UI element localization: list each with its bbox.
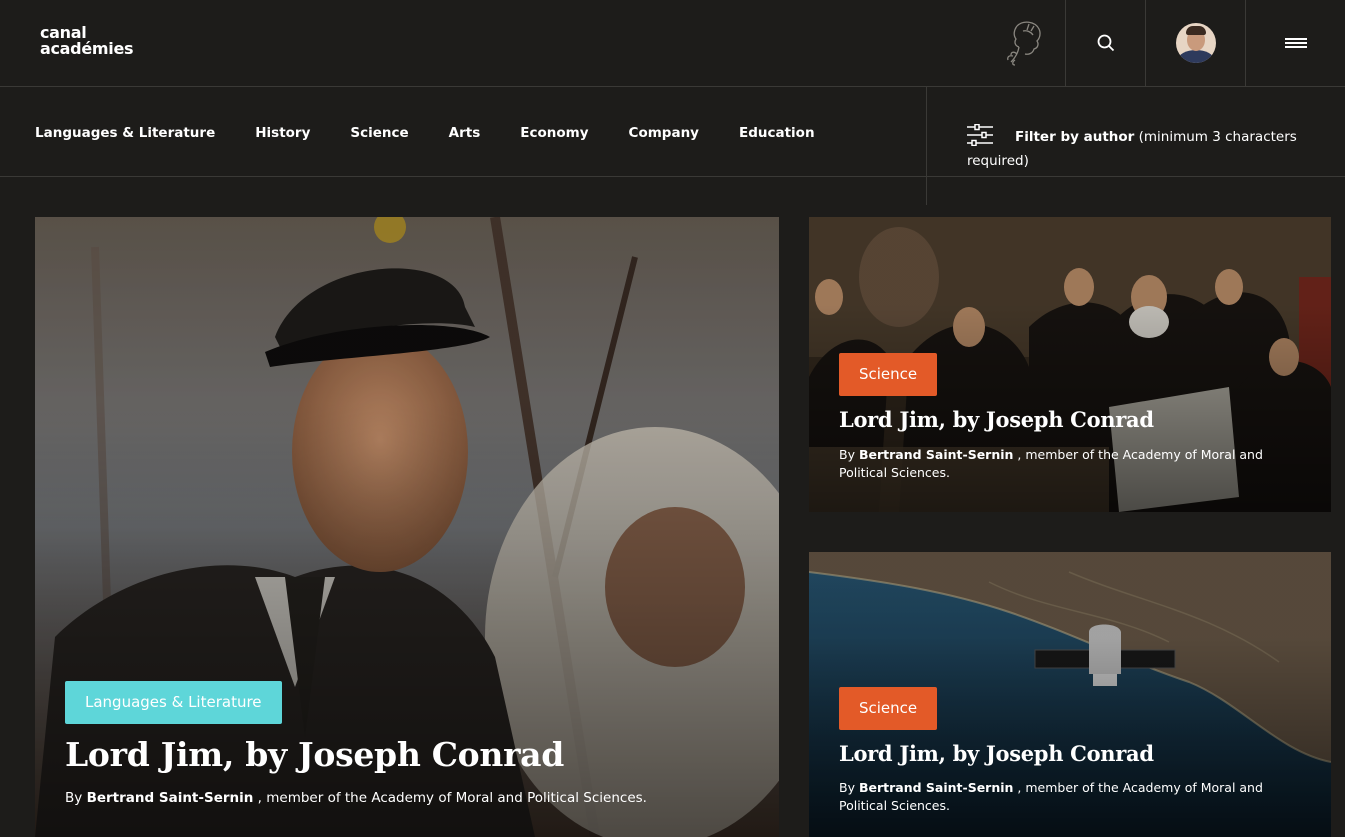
article-title[interactable]: Lord Jim, by Joseph Conrad [839, 741, 1154, 766]
author-filter[interactable]: Filter by author (minimum 3 characters r… [926, 87, 1345, 205]
article-title[interactable]: Lord Jim, by Joseph Conrad [839, 407, 1154, 432]
filter-title: Filter by author [1015, 129, 1135, 145]
logo-line-2: académies [40, 39, 134, 58]
category-tag[interactable]: Science [839, 353, 938, 396]
article-byline: By Bertrand Saint-Sernin , member of the… [839, 780, 1263, 813]
article-byline: By Bertrand Saint-Sernin , member of the… [65, 790, 647, 806]
nav-item-education[interactable]: Education [739, 125, 815, 141]
filter-label: Filter by author (minimum 3 characters r… [967, 125, 1327, 173]
article-byline: By Bertrand Saint-Sernin , member of the… [839, 447, 1263, 480]
author-name[interactable]: Bertrand Saint-Sernin [87, 790, 254, 806]
emblem-icon[interactable] [985, 0, 1065, 86]
menu-button[interactable] [1245, 0, 1345, 86]
avatar [1175, 23, 1216, 63]
user-account-button[interactable] [1145, 0, 1245, 86]
author-name[interactable]: Bertrand Saint-Sernin [859, 780, 1013, 795]
article-card[interactable]: Science Lord Jim, by Joseph Conrad By Be… [809, 217, 1331, 512]
article-title[interactable]: Lord Jim, by Joseph Conrad [65, 735, 564, 774]
nav-item-economy[interactable]: Economy [520, 125, 588, 141]
menu-icon [1284, 38, 1307, 48]
search-icon [1097, 34, 1114, 52]
search-button[interactable] [1065, 0, 1145, 86]
category-tag[interactable]: Languages & Literature [65, 681, 282, 724]
author-name[interactable]: Bertrand Saint-Sernin [859, 447, 1013, 462]
category-nav: Languages & Literature History Science A… [0, 87, 1345, 205]
category-tag[interactable]: Science [839, 687, 938, 730]
nav-item-languages-literature[interactable]: Languages & Literature [35, 125, 215, 141]
nav-item-arts[interactable]: Arts [449, 125, 481, 141]
nav-item-science[interactable]: Science [350, 125, 408, 141]
site-header: canal académies [0, 0, 1345, 87]
site-logo[interactable]: canal académies [40, 25, 134, 58]
nav-item-company[interactable]: Company [629, 125, 699, 141]
article-card[interactable]: Science Lord Jim, by Joseph Conrad By Be… [809, 552, 1331, 837]
featured-article-card[interactable]: Languages & Literature Lord Jim, by Jose… [35, 217, 779, 837]
nav-item-history[interactable]: History [255, 125, 310, 141]
category-list: Languages & Literature History Science A… [35, 125, 855, 141]
